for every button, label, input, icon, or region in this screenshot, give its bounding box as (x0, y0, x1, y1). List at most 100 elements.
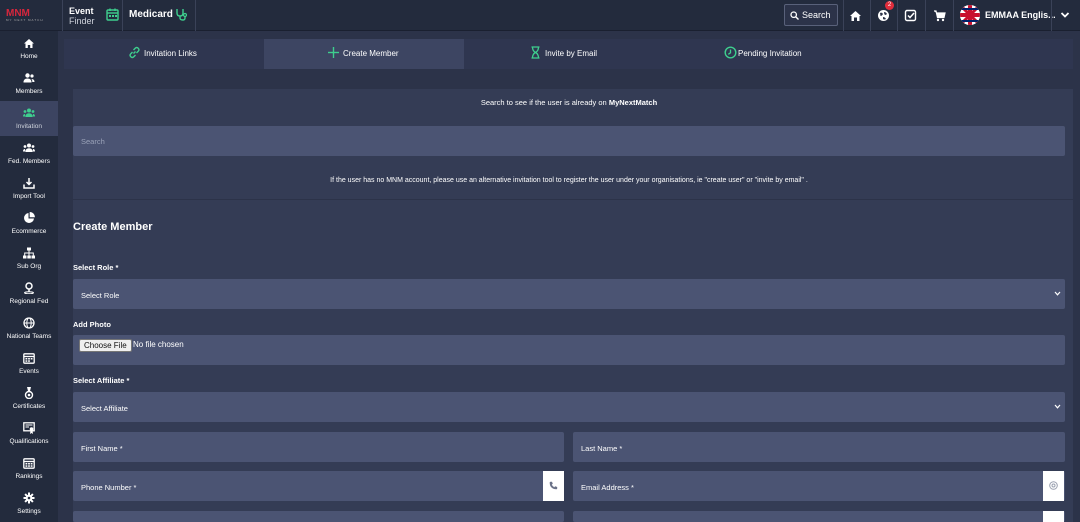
affiliate-label: Select Affiliate * (73, 376, 130, 385)
user-avatar[interactable] (960, 5, 980, 25)
invitation-icon (23, 108, 35, 117)
form-field-partial[interactable] (73, 511, 564, 522)
gear-icon (23, 492, 35, 504)
sidebar-item-home[interactable]: Home (0, 31, 58, 66)
sidebar-item-fed-members[interactable]: Fed. Members (0, 136, 58, 171)
phone-placeholder: Phone Number * (81, 483, 137, 492)
brand-name: MyNextMatch (608, 98, 658, 107)
flag-icon (960, 5, 980, 25)
sidebar-item-national-teams[interactable]: National Teams (0, 311, 58, 346)
form-heading: Create Member (73, 221, 153, 233)
divider (953, 0, 954, 31)
photo-label: Add Photo (73, 320, 111, 329)
sidebar-item-events[interactable]: Events (0, 346, 58, 381)
calendar-icon (23, 353, 35, 364)
divider (62, 0, 63, 31)
role-select[interactable]: Select Role (73, 279, 1065, 309)
divider (870, 0, 871, 31)
sidebar-item-label: Invitation (15, 123, 43, 130)
divider (843, 0, 844, 31)
logo-subtext: MY NEXT MATCH (6, 18, 44, 22)
lookup-title: Search to see if the user is already on … (73, 98, 1065, 107)
search-icon (790, 11, 799, 20)
hourglass-icon (531, 46, 540, 59)
last-name-placeholder: Last Name * (581, 444, 623, 453)
affiliate-select[interactable]: Select Affiliate (73, 392, 1065, 422)
sidebar-item-settings[interactable]: Settings (0, 486, 58, 521)
affiliate-select-value: Select Affiliate (81, 404, 128, 413)
tab-invite-by-email[interactable]: Invite by Email (464, 39, 664, 69)
sidebar-item-label: Regional Fed (9, 298, 49, 305)
fed-members-icon (23, 143, 35, 152)
role-select-value: Select Role (81, 291, 120, 300)
search-button-label: Search (802, 10, 831, 20)
sidebar-item-regional-fed[interactable]: Regional Fed (0, 276, 58, 311)
divider (925, 0, 926, 31)
tab-create-member[interactable]: Create Member (264, 39, 464, 69)
sidebar-item-label: Certificates (12, 403, 46, 410)
plus-icon (328, 47, 339, 58)
first-name-placeholder: First Name * (81, 444, 123, 453)
sidebar-item-label: Ecommerce (11, 228, 47, 235)
sidebar-item-qualifications[interactable]: Qualifications (0, 416, 58, 451)
phone-input[interactable]: Phone Number * (73, 471, 564, 501)
search-button[interactable]: Search (784, 4, 838, 26)
sidebar-item-label: Fed. Members (8, 158, 50, 165)
form-field-partial[interactable] (573, 511, 1065, 522)
sidebar-item-ecommerce[interactable]: Ecommerce (0, 206, 58, 241)
user-search-input[interactable]: Search (73, 126, 1065, 156)
event-finder-link[interactable]: Event Finder (69, 6, 95, 26)
tab-label: Pending Invitation (738, 49, 802, 58)
phone-icon (549, 481, 558, 490)
mnm-logo[interactable]: MNM MY NEXT MATCH (6, 9, 58, 23)
section-divider (73, 199, 1073, 200)
cart-icon[interactable] (933, 9, 946, 22)
phone-addon (543, 471, 564, 501)
sidebar-item-sub-org[interactable]: Sub Org (0, 241, 58, 276)
email-input[interactable]: Email Address * (573, 471, 1065, 501)
first-name-input[interactable]: First Name * (73, 432, 564, 462)
top-bar: MNM MY NEXT MATCH Event Finder Medicard … (0, 0, 1080, 31)
sidebar-item-certificates[interactable]: Certificates (0, 381, 58, 416)
calendar-icon[interactable] (106, 8, 119, 21)
field-addon (1043, 511, 1064, 522)
user-name[interactable]: EMMAA Englis... (985, 10, 1056, 20)
home-icon[interactable] (849, 9, 862, 22)
choose-file-button[interactable]: Choose File (79, 339, 132, 352)
members-icon (23, 73, 35, 83)
sidebar-item-label: Settings (17, 508, 41, 515)
tab-invitation-links[interactable]: Invitation Links (64, 39, 264, 69)
rankings-icon (23, 458, 35, 469)
sidebar-item-label: Members (15, 88, 43, 95)
last-name-input[interactable]: Last Name * (573, 432, 1065, 462)
org-name[interactable]: Medicard (129, 9, 173, 20)
link-icon (129, 46, 140, 59)
sidebar-item-label: National Teams (6, 333, 52, 340)
sidebar-item-members[interactable]: Members (0, 66, 58, 101)
sidebar: Home Members Invitation Fed. Members Imp… (0, 31, 58, 522)
sidebar-item-rankings[interactable]: Rankings (0, 451, 58, 486)
logo-text: MNM (6, 8, 30, 19)
chevron-down-icon[interactable] (1060, 10, 1070, 20)
divider (122, 0, 123, 31)
file-status: No file chosen (133, 340, 184, 349)
lookup-note: If the user has no MNM account, please u… (330, 177, 808, 184)
globe-icon[interactable] (877, 9, 890, 22)
sidebar-item-label: Qualifications (9, 438, 49, 445)
sidebar-item-label: Events (19, 368, 39, 375)
sidebar-item-invitation[interactable]: Invitation (0, 101, 58, 136)
import-icon (23, 178, 35, 189)
invitation-tabs: Invitation Links Create Member Invite by… (64, 39, 1073, 69)
clock-icon (724, 46, 737, 59)
sidebar-item-import-tool[interactable]: Import Tool (0, 171, 58, 206)
home-icon (24, 39, 34, 48)
medal-icon (24, 387, 34, 399)
certificate-icon (23, 422, 35, 434)
checklist-icon[interactable] (904, 9, 917, 22)
tab-label: Invite by Email (545, 49, 598, 58)
sidebar-item-label: Sub Org (16, 263, 42, 270)
divider (1051, 0, 1052, 31)
tab-pending-invitation[interactable]: Pending Invitation (664, 39, 864, 69)
photo-file-input: Choose File No file chosen (73, 335, 1065, 365)
tab-label: Create Member (343, 49, 399, 58)
